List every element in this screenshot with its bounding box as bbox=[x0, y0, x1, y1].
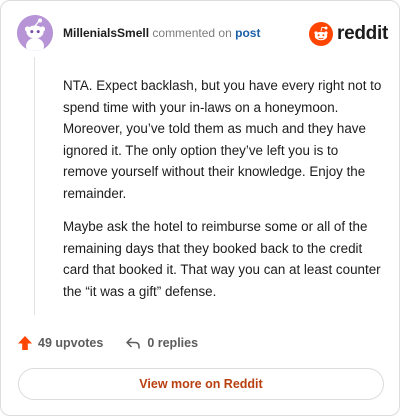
post-link[interactable]: post bbox=[235, 26, 260, 40]
upvote-button[interactable]: 49 upvotes bbox=[17, 335, 103, 351]
reddit-logo[interactable]: reddit bbox=[309, 22, 388, 46]
commented-on-label: commented on bbox=[152, 26, 232, 40]
comment-paragraph: Maybe ask the hotel to reimburse some or… bbox=[63, 219, 381, 299]
avatar[interactable] bbox=[17, 15, 53, 51]
comment-paragraph: NTA. Expect backlash, but you have every… bbox=[63, 78, 382, 201]
upvote-count: 49 upvotes bbox=[38, 336, 104, 350]
replies-button[interactable]: 0 replies bbox=[125, 335, 198, 351]
thread-line bbox=[34, 57, 35, 315]
comment-body: NTA. Expect backlash, but you have every… bbox=[63, 75, 385, 314]
upvote-arrow-icon bbox=[18, 336, 32, 350]
comment-actions: 49 upvotes 0 replies bbox=[17, 335, 198, 351]
reply-arrow-icon bbox=[126, 337, 141, 349]
reply-count: 0 replies bbox=[147, 336, 199, 350]
username-link[interactable]: MillenialsSmell bbox=[63, 26, 149, 40]
reddit-logo-icon bbox=[309, 22, 333, 46]
reddit-wordmark: reddit bbox=[337, 23, 388, 44]
embedded-comment-card: MillenialsSmell commented on post reddit… bbox=[0, 0, 400, 416]
snoo-avatar-icon bbox=[17, 15, 53, 51]
view-more-button[interactable]: View more on Reddit bbox=[18, 368, 384, 400]
comment-header: MillenialsSmell commented on post bbox=[63, 26, 260, 40]
